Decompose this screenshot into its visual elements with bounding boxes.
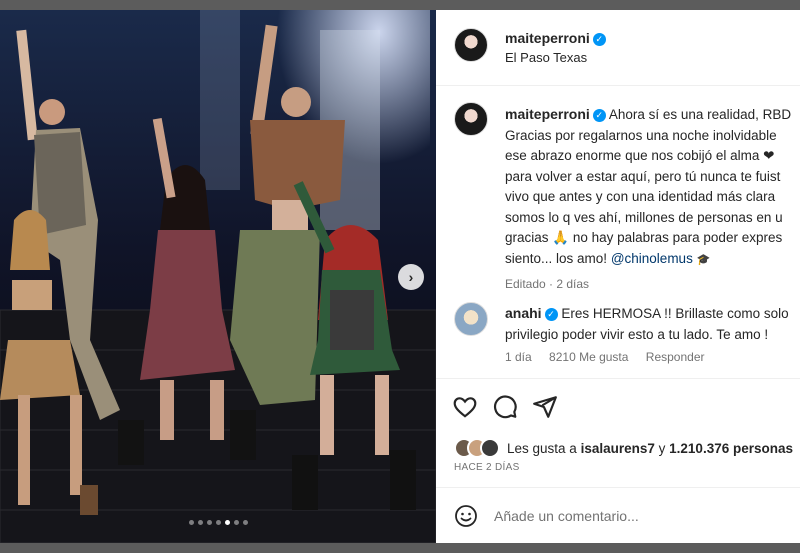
concert-photo [0, 10, 436, 543]
verified-icon: ✓ [592, 33, 606, 46]
caption-author-avatar[interactable] [454, 102, 488, 136]
chevron-right-icon: › [408, 269, 414, 285]
post-photo[interactable]: › [0, 10, 436, 543]
commenter-avatar[interactable] [454, 302, 488, 336]
comment-box-divider [436, 487, 800, 488]
comment-icon[interactable] [492, 394, 518, 420]
caption-text-end: siento... los amo! [505, 250, 608, 266]
screenshot-frame: › maiteperroni ✓ El Paso Texas maiteperro… [0, 0, 800, 553]
post-caption: maiteperroni ✓ Ahora sí es una realidad, … [505, 104, 795, 295]
verified-icon: ✓ [544, 308, 558, 321]
actions-divider [436, 378, 800, 379]
comment-likes[interactable]: 8210 Me gusta [549, 350, 628, 364]
carousel-dot [215, 520, 221, 525]
post-details-panel: maiteperroni ✓ El Paso Texas maiteperroni… [436, 10, 800, 543]
share-icon[interactable] [532, 394, 558, 420]
post-location[interactable]: El Paso Texas [505, 50, 587, 65]
action-bar [452, 394, 558, 420]
likes-user-link[interactable]: isalaurens7 [581, 441, 655, 456]
likes-joiner: y [658, 440, 666, 456]
comment-meta: 1 día 8210 Me gusta Responder [505, 350, 719, 364]
caption-line-7: gracias 🙏 no hay palabras para poder exp… [505, 230, 783, 245]
likes-prefix: Les gusta a [507, 440, 577, 456]
likes-summary: Les gusta a isalaurens7 y 1.210.376 pers… [454, 438, 793, 458]
emoji-icon-tag: 🎓 [696, 253, 711, 266]
carousel-dot [206, 520, 212, 525]
author-name-row: maiteperroni ✓ [505, 30, 606, 48]
post-header: maiteperroni ✓ El Paso Texas [436, 10, 800, 86]
author-username[interactable]: maiteperroni [505, 30, 590, 46]
caption-line-5: vivo que antes y con una identidad más c… [505, 189, 776, 204]
caption-text: Ahora sí es una realidad, RBD [608, 107, 792, 122]
add-comment-input[interactable]: Añade un comentario... [494, 508, 639, 524]
emoji-icon[interactable] [454, 504, 478, 528]
commenter-username[interactable]: anahi [505, 305, 542, 321]
caption-line-4: para volver a estar aquí, pero tú nunca … [505, 168, 781, 184]
carousel-dot [242, 520, 248, 525]
likes-text: Les gusta a isalaurens7 y 1.210.376 pers… [507, 441, 793, 456]
liker-avatar [480, 438, 500, 458]
carousel-dot [233, 520, 239, 525]
comment-text: Eres HERMOSA !! Brillaste como solo [561, 306, 789, 321]
caption-author-username[interactable]: maiteperroni [505, 106, 590, 122]
caption-line-2: Gracias por regalarnos una noche inolvid… [505, 127, 777, 143]
carousel-dot [224, 520, 230, 525]
carousel-dot [197, 520, 203, 525]
top-strip [0, 0, 800, 10]
comment-line-1: anahi ✓ Eres HERMOSA !! Brillaste como so… [505, 303, 789, 325]
caption-mention-link[interactable]: @chinolemus [611, 251, 693, 266]
likes-count-link[interactable]: 1.210.376 personas [669, 441, 793, 456]
caption-line-3: ese abrazo enorme que nos cobijó el alma… [505, 148, 775, 163]
caption-line-6: somos lo q ves ahí, millones de personas… [505, 209, 783, 225]
heart-icon[interactable] [452, 394, 478, 420]
comment-time: 1 día [505, 350, 532, 364]
comment-line-2: privilegio poder vivir esto a tu lado. T… [505, 326, 769, 342]
comment-anahi: anahi ✓ Eres HERMOSA !! Brillaste como so… [505, 303, 789, 345]
caption-meta: Editado · 2 días [505, 277, 590, 291]
caption-line-1: maiteperroni ✓ Ahora sí es una realidad, … [505, 104, 795, 126]
carousel-dot [188, 520, 194, 525]
verified-icon: ✓ [592, 109, 606, 122]
add-comment-bar: Añade un comentario... [454, 504, 639, 528]
carousel-indicator [0, 520, 436, 525]
post-time-ago: HACE 2 DÍAS [454, 462, 520, 473]
next-photo-button[interactable]: › [398, 264, 424, 290]
bottom-strip [0, 543, 800, 553]
author-avatar[interactable] [454, 28, 488, 62]
caption-line-8: siento... los amo! @chinolemus 🎓 [505, 249, 795, 271]
comment-reply-button[interactable]: Responder [646, 350, 705, 364]
